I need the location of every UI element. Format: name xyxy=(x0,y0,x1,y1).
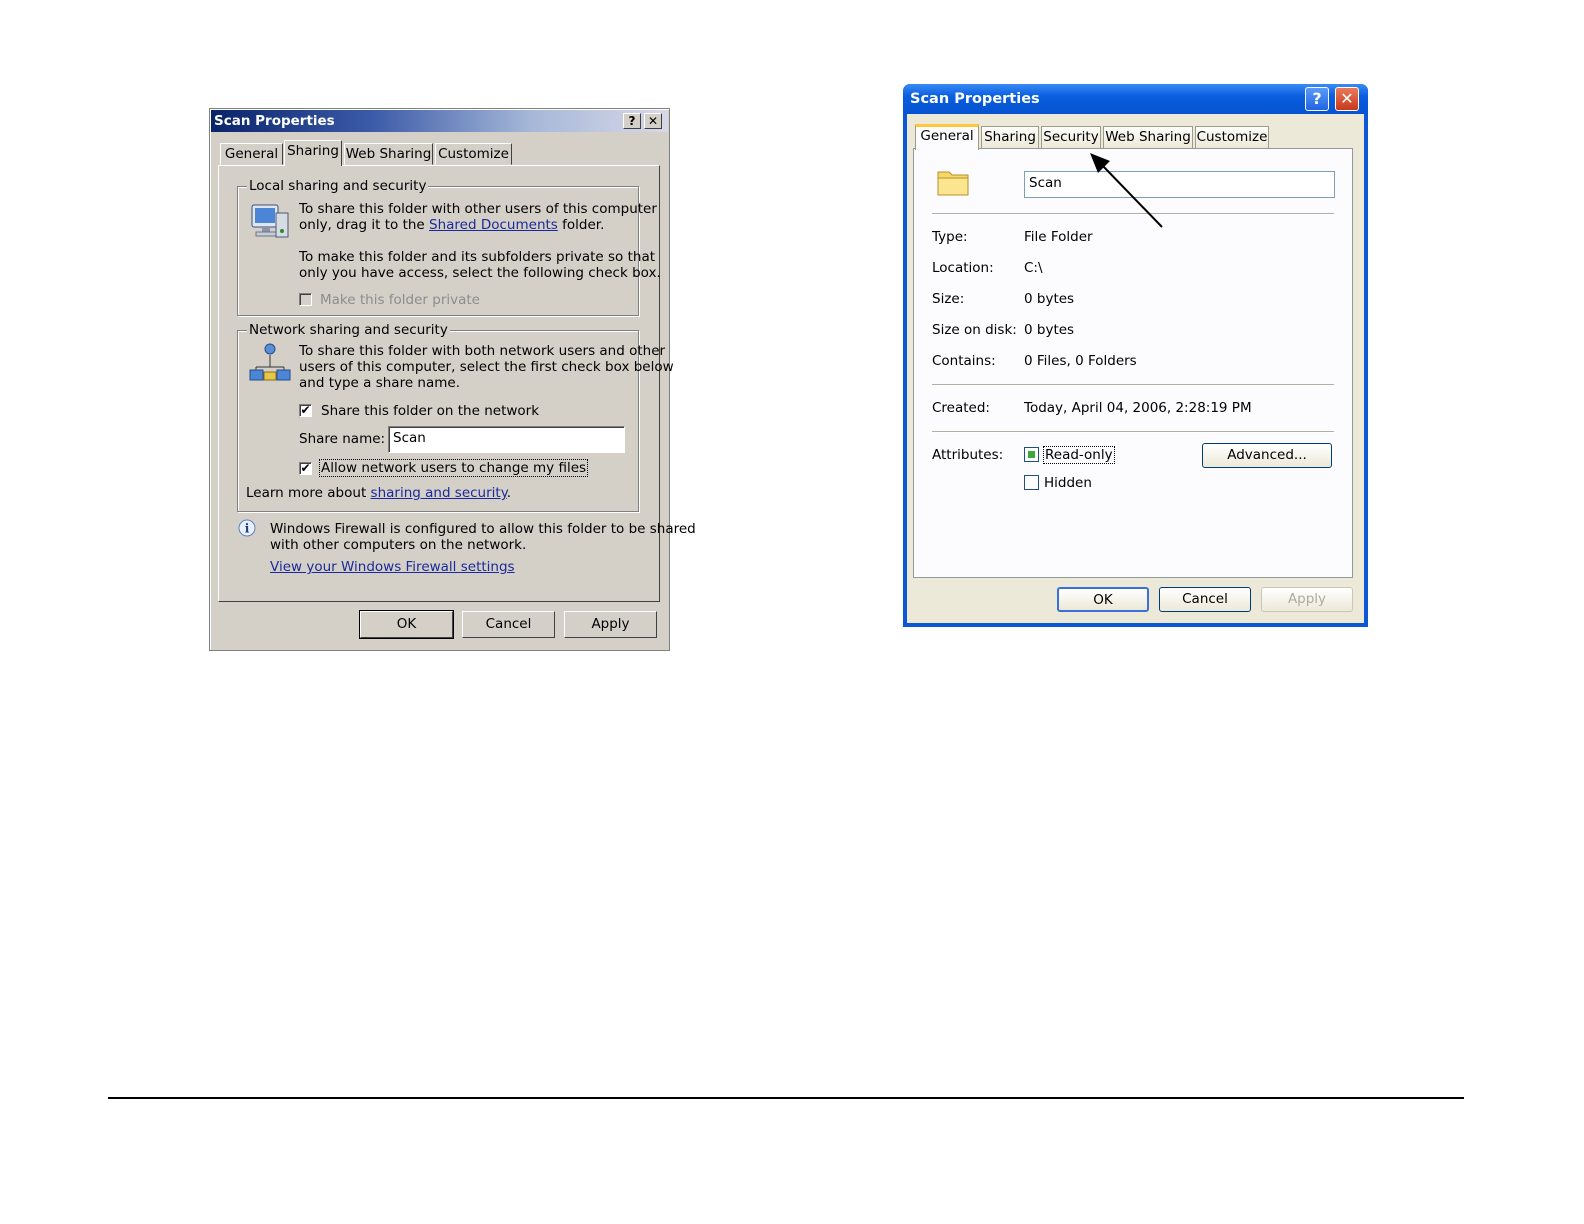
network-text-line3: and type a share name. xyxy=(299,375,460,391)
created-value: Today, April 04, 2006, 2:28:19 PM xyxy=(1024,400,1252,416)
cancel-button[interactable]: Cancel xyxy=(462,611,555,638)
local-text-line2: only, drag it to the Shared Documents fo… xyxy=(299,217,605,233)
separator xyxy=(932,431,1334,433)
private-text-line1: To make this folder and its subfolders p… xyxy=(299,249,656,265)
contains-value: 0 Files, 0 Folders xyxy=(1024,353,1137,369)
separator xyxy=(932,384,1334,386)
firewall-text-line1: Windows Firewall is configured to allow … xyxy=(270,521,696,537)
network-text-line2: users of this computer, select the first… xyxy=(299,359,674,375)
firewall-text-line2: with other computers on the network. xyxy=(270,537,527,553)
svg-text:i: i xyxy=(245,522,250,536)
network-sharing-legend: Network sharing and security xyxy=(247,322,450,338)
folder-name-input[interactable]: Scan xyxy=(1024,171,1335,198)
apply-button[interactable]: Apply xyxy=(1261,587,1353,612)
ok-button[interactable]: OK xyxy=(1057,587,1149,612)
read-only-checkbox[interactable] xyxy=(1024,447,1039,462)
share-name-input[interactable]: Scan xyxy=(388,426,625,453)
type-label: Type: xyxy=(932,229,968,245)
hidden-label: Hidden xyxy=(1044,475,1092,491)
allow-change-checkbox[interactable]: ✔ xyxy=(299,462,312,475)
tab-sharing[interactable]: Sharing xyxy=(284,140,342,166)
allow-change-label: Allow network users to change my files xyxy=(318,459,589,477)
network-text-line1: To share this folder with both network u… xyxy=(299,343,666,359)
make-private-checkbox[interactable] xyxy=(299,293,312,306)
close-button[interactable]: ✕ xyxy=(1335,87,1359,111)
hidden-checkbox[interactable] xyxy=(1024,475,1039,490)
location-label: Location: xyxy=(932,260,994,276)
size-on-disk-label: Size on disk: xyxy=(932,322,1017,338)
tab-customize[interactable]: Customize xyxy=(1195,126,1269,148)
private-text-line2: only you have access, select the followi… xyxy=(299,265,661,281)
size-value: 0 bytes xyxy=(1024,291,1075,307)
network-share-icon xyxy=(249,343,291,381)
advanced-button[interactable]: Advanced... xyxy=(1202,443,1332,468)
tab-customize[interactable]: Customize xyxy=(435,143,512,165)
share-on-network-label: Share this folder on the network xyxy=(321,403,540,419)
contains-label: Contains: xyxy=(932,353,996,369)
title-bar[interactable]: Scan Properties ? ✕ xyxy=(903,84,1368,114)
cancel-button[interactable]: Cancel xyxy=(1159,587,1251,612)
tab-general[interactable]: General xyxy=(915,124,979,150)
local-sharing-group: Local sharing and security To share this… xyxy=(237,178,661,316)
location-value: C:\ xyxy=(1024,260,1043,276)
dialog-title: Scan Properties xyxy=(214,113,335,129)
title-bar[interactable]: Scan Properties ? ✕ xyxy=(211,110,668,132)
tab-general[interactable]: General xyxy=(220,143,283,165)
apply-button[interactable]: Apply xyxy=(564,611,657,638)
firewall-settings-link[interactable]: View your Windows Firewall settings xyxy=(270,559,515,575)
make-private-label: Make this folder private xyxy=(320,292,480,308)
created-label: Created: xyxy=(932,400,990,416)
network-sharing-group: Network sharing and security To share th… xyxy=(237,322,674,512)
share-on-network-checkbox[interactable]: ✔ xyxy=(299,404,312,417)
folder-icon xyxy=(937,171,969,196)
info-icon: i xyxy=(238,519,256,537)
attributes-label: Attributes: xyxy=(932,447,1004,463)
size-on-disk-value: 0 bytes xyxy=(1024,322,1075,338)
dialog-title: Scan Properties xyxy=(910,91,1040,107)
tab-sharing[interactable]: Sharing xyxy=(981,126,1039,148)
share-name-label: Share name: xyxy=(299,431,386,447)
local-text-line1: To share this folder with other users of… xyxy=(299,201,657,217)
footer-rule xyxy=(108,1097,1464,1099)
callout-arrow xyxy=(1090,153,1163,228)
tab-web-sharing[interactable]: Web Sharing xyxy=(344,143,433,165)
close-button[interactable]: ✕ xyxy=(644,113,662,129)
help-button[interactable]: ? xyxy=(623,113,641,129)
sharing-panel: Local sharing and security To share this… xyxy=(218,165,696,602)
computer-share-icon xyxy=(251,204,289,238)
sharing-properties-dialog: Scan Properties ? ✕ General Sharing Web … xyxy=(209,108,696,651)
size-label: Size: xyxy=(932,291,965,307)
help-button[interactable]: ? xyxy=(1305,87,1329,111)
local-sharing-legend: Local sharing and security xyxy=(247,178,429,194)
learn-more-text: Learn more about sharing and security. xyxy=(246,485,512,501)
shared-documents-link[interactable]: Shared Documents xyxy=(429,217,558,233)
ok-button[interactable]: OK xyxy=(359,610,454,639)
read-only-label: Read-only xyxy=(1043,446,1115,464)
sharing-security-link[interactable]: sharing and security xyxy=(371,485,507,501)
